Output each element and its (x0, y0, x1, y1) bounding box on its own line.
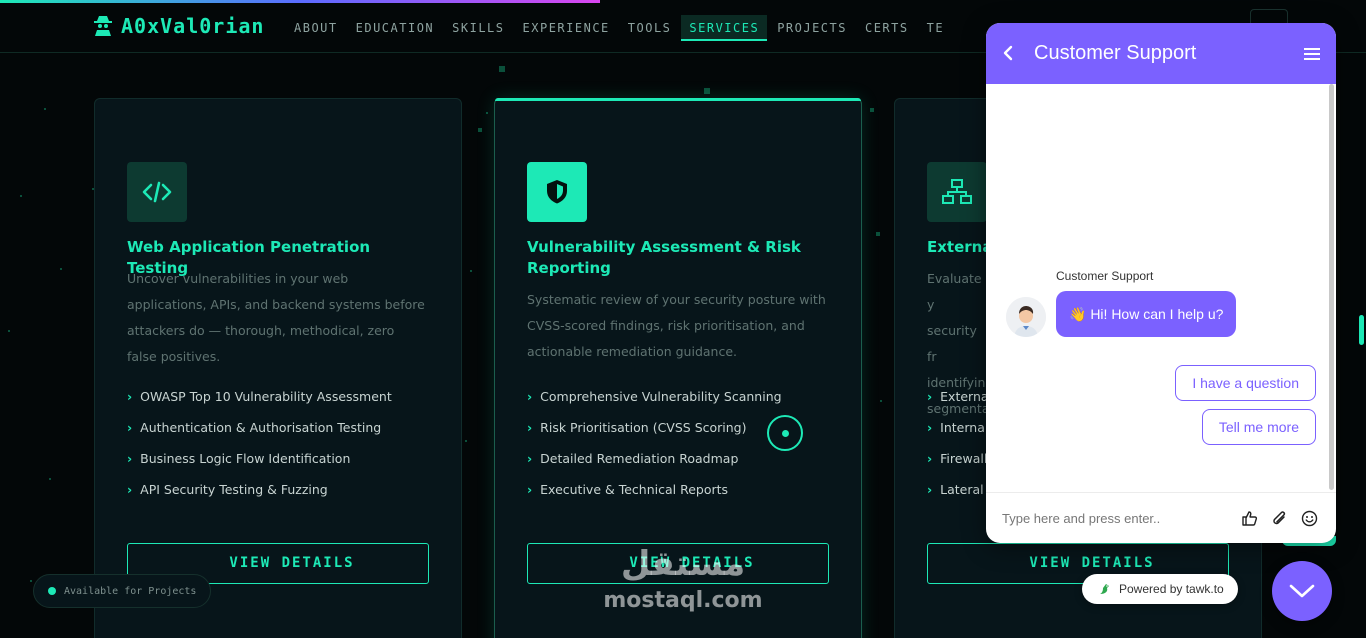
card-description: Systematic review of your security postu… (527, 292, 826, 359)
chat-scrollbar[interactable] (1329, 84, 1334, 490)
feature-item: › API Security Testing & Fuzzing (127, 480, 392, 511)
emoji-icon[interactable] (1298, 507, 1320, 529)
nav-skills[interactable]: SKILLS (444, 15, 512, 41)
chevron-right-icon: › (527, 451, 533, 466)
chat-message-input[interactable] (1002, 510, 1230, 526)
feature-item: › Detailed Remediation Roadmap (527, 449, 782, 480)
agent-avatar (1006, 297, 1046, 337)
nav-testimonials[interactable]: TE (919, 15, 952, 41)
chevron-right-icon: › (527, 420, 533, 435)
thumbs-up-icon[interactable] (1238, 507, 1260, 529)
chevron-right-icon: › (927, 482, 933, 497)
nav-about[interactable]: ABOUT (286, 15, 346, 41)
feature-item: › Internal (927, 418, 992, 449)
chevron-right-icon: › (127, 389, 133, 404)
availability-badge: Available for Projects (33, 574, 211, 608)
nav-experience[interactable]: EXPERIENCE (515, 15, 618, 41)
chevron-right-icon: › (127, 420, 133, 435)
availability-text: Available for Projects (64, 585, 197, 597)
chevron-right-icon: › (127, 482, 133, 497)
service-card-vuln-assessment: Vulnerability Assessment & Risk Reportin… (494, 98, 862, 638)
hacker-icon (94, 16, 112, 36)
chat-toggle-button[interactable] (1272, 561, 1332, 621)
card-title: Vulnerability Assessment & Risk Reportin… (527, 238, 801, 277)
tawk-bird-icon (1100, 584, 1109, 594)
logo-text: A0xVal0rian (121, 14, 265, 38)
card-description: Uncover vulnerabilities in your web appl… (127, 271, 425, 364)
nav-tools[interactable]: TOOLS (620, 15, 680, 41)
feature-item: › Comprehensive Vulnerability Scanning (527, 387, 782, 418)
chevron-right-icon: › (927, 389, 933, 404)
view-details-button[interactable]: VIEW DETAILS (527, 543, 829, 584)
shield-icon (527, 162, 587, 222)
chevron-left-icon[interactable] (1002, 42, 1022, 66)
chevron-down-icon (1289, 584, 1315, 598)
hamburger-menu-icon[interactable] (1304, 45, 1320, 63)
chat-widget: Customer Support Customer Support 👋 Hi! … (986, 23, 1336, 543)
chevron-right-icon: › (927, 451, 933, 466)
status-dot-icon (48, 587, 56, 595)
service-card-web-pentest: Web Application Penetration Testing Unco… (94, 98, 462, 638)
nav-education[interactable]: EDUCATION (348, 15, 443, 41)
nav-menu: ABOUT EDUCATION SKILLS EXPERIENCE TOOLS … (286, 15, 952, 41)
page-scrollbar[interactable] (1359, 315, 1364, 345)
chevron-right-icon: › (927, 420, 933, 435)
nav-services[interactable]: SERVICES (681, 15, 768, 41)
chat-title: Customer Support (1034, 42, 1197, 64)
feature-item: › Lateral (927, 480, 992, 511)
chat-header: Customer Support (986, 23, 1336, 84)
quick-reply-question[interactable]: I have a question (1175, 365, 1316, 401)
feature-item: › Authentication & Authorisation Testing (127, 418, 392, 449)
nav-projects[interactable]: PROJECTS (769, 15, 855, 41)
feature-item: › Executive & Technical Reports (527, 480, 782, 511)
feature-list: › Comprehensive Vulnerability Scanning › R… (527, 387, 782, 511)
feature-item: › External (927, 387, 992, 418)
paperclip-icon[interactable] (1268, 507, 1290, 529)
feature-item: › Business Logic Flow Identification (127, 449, 392, 480)
feature-list: › OWASP Top 10 Vulnerability Assessment ›… (127, 387, 392, 511)
chat-messages: Customer Support 👋 Hi! How can I help u?… (986, 84, 1336, 492)
chevron-right-icon: › (527, 482, 533, 497)
powered-by-badge[interactable]: Powered by tawk.to (1082, 574, 1238, 604)
custom-cursor (767, 415, 803, 451)
chat-input-bar (986, 492, 1336, 543)
feature-item: › OWASP Top 10 Vulnerability Assessment (127, 387, 392, 418)
nav-certs[interactable]: CERTS (857, 15, 917, 41)
quick-reply-tell-more[interactable]: Tell me more (1201, 409, 1316, 445)
agent-message-bubble: 👋 Hi! How can I help u? (1056, 291, 1237, 337)
chevron-right-icon: › (527, 389, 533, 404)
network-icon (927, 162, 987, 222)
powered-by-text: Powered by tawk.to (1119, 582, 1224, 596)
feature-list: › External › Internal › Firewall › Lateral (927, 387, 992, 511)
code-icon (127, 162, 187, 222)
agent-name: Customer Support (1056, 269, 1154, 283)
feature-item: › Risk Prioritisation (CVSS Scoring) (527, 418, 782, 449)
feature-item: › Firewall (927, 449, 992, 480)
chevron-right-icon: › (127, 451, 133, 466)
logo[interactable]: A0xVal0rian (93, 14, 264, 38)
